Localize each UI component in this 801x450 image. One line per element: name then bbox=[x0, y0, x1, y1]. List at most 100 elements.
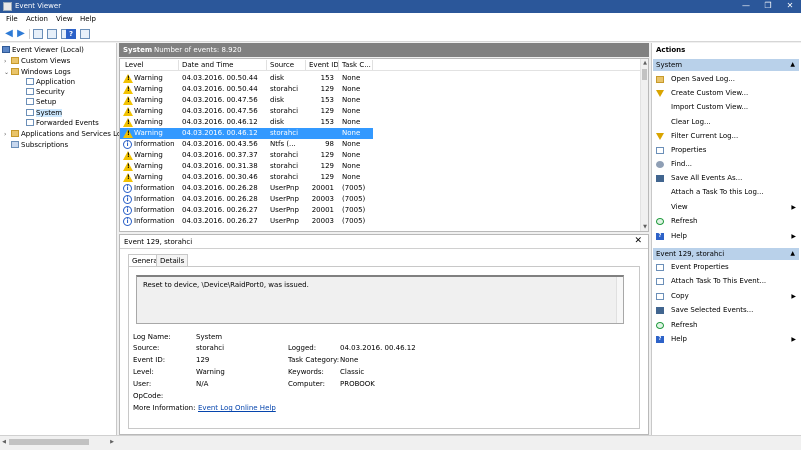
collapse-caret-icon[interactable]: ▲ bbox=[790, 248, 795, 260]
menu-help[interactable]: Help bbox=[80, 15, 96, 23]
actions-section-event[interactable]: Event 129, storahci ▲ bbox=[653, 248, 799, 260]
column-header-task-category[interactable]: Task C... bbox=[342, 61, 371, 69]
action-find[interactable]: Find... bbox=[656, 159, 798, 170]
action-refresh[interactable]: Refresh bbox=[656, 216, 798, 227]
event-list-scrollbar[interactable]: ▲ ▼ bbox=[640, 59, 648, 231]
event-row[interactable]: i Information 04.03.2016. 00.26.28 UserPnp 2… bbox=[120, 183, 640, 194]
event-row[interactable]: ! Warning 04.03.2016. 00.46.12 disk 153 None bbox=[120, 117, 640, 128]
scroll-left-arrow-icon[interactable]: ◀ bbox=[0, 438, 8, 447]
submenu-arrow-icon: ▶ bbox=[791, 293, 796, 300]
column-divider[interactable] bbox=[305, 60, 306, 70]
event-task-category: None bbox=[342, 173, 361, 181]
scrollbar-thumb[interactable] bbox=[9, 439, 89, 445]
column-header-source[interactable]: Source bbox=[270, 61, 294, 69]
action-copy[interactable]: Copy ▶ bbox=[656, 291, 798, 302]
actions-section-system[interactable]: System ▲ bbox=[653, 59, 799, 71]
collapse-arrow-icon[interactable]: ⌄ bbox=[4, 68, 11, 78]
open-folder-icon[interactable] bbox=[33, 29, 43, 39]
scrollbar-thumb[interactable] bbox=[642, 69, 647, 80]
column-header-event-id[interactable]: Event ID bbox=[309, 61, 339, 69]
action-properties[interactable]: Properties bbox=[656, 145, 798, 156]
scroll-down-arrow-icon[interactable]: ▼ bbox=[641, 223, 648, 231]
event-task-category: (7005) bbox=[342, 206, 366, 214]
event-row[interactable]: i Information 04.03.2016. 00.26.27 UserPnp 2… bbox=[120, 216, 640, 227]
show-hide-console-tree-icon[interactable] bbox=[47, 29, 57, 39]
event-row[interactable]: ! Warning 04.03.2016. 00.50.44 storahci 129 N… bbox=[120, 84, 640, 95]
tree-item-forwarded-events[interactable]: Forwarded Events bbox=[26, 118, 99, 128]
event-task-category: None bbox=[342, 85, 361, 93]
minimize-button[interactable]: — bbox=[735, 0, 757, 13]
information-icon: i bbox=[123, 140, 132, 149]
menu-action[interactable]: Action bbox=[26, 15, 48, 23]
event-row[interactable]: i Information 04.03.2016. 00.26.28 UserPnp 2… bbox=[120, 194, 640, 205]
scroll-up-arrow-icon[interactable]: ▲ bbox=[641, 59, 648, 67]
event-row[interactable]: ! Warning 04.03.2016. 00.31.38 storahci 129 N… bbox=[120, 161, 640, 172]
action-view[interactable]: View ▶ bbox=[656, 202, 798, 213]
forward-arrow-icon[interactable]: ▶ bbox=[16, 29, 26, 39]
close-detail-icon[interactable]: ✕ bbox=[634, 236, 642, 246]
event-row[interactable]: ! Warning 04.03.2016. 00.47.56 storahci 129 N… bbox=[120, 106, 640, 117]
tree-item-setup[interactable]: Setup bbox=[26, 97, 56, 107]
tree-item-windows-logs[interactable]: ⌄ Windows Logs bbox=[4, 67, 71, 77]
tree-item-applications-and-services[interactable]: › Applications and Services Lo bbox=[4, 129, 121, 139]
tree-item-system[interactable]: System bbox=[26, 108, 63, 118]
event-date: 04.03.2016. 00.50.44 bbox=[182, 85, 258, 93]
action-event-properties[interactable]: Event Properties bbox=[656, 262, 798, 273]
tree-horizontal-scrollbar[interactable]: ◀ ▶ bbox=[0, 438, 117, 447]
action-attach-task-to-log[interactable]: Attach a Task To this Log... bbox=[656, 187, 798, 198]
show-hide-action-pane-icon[interactable] bbox=[80, 29, 90, 39]
event-message-box[interactable]: Reset to device, \Device\RaidPort0, was … bbox=[136, 275, 624, 324]
menu-view[interactable]: View bbox=[56, 15, 73, 23]
column-divider[interactable] bbox=[178, 60, 179, 70]
column-divider[interactable] bbox=[266, 60, 267, 70]
event-level: Warning bbox=[134, 85, 163, 93]
tree-item-application[interactable]: Application bbox=[26, 77, 75, 87]
event-row[interactable]: ! Warning 04.03.2016. 00.37.37 storahci 129 N… bbox=[120, 150, 640, 161]
event-log-online-help-link[interactable]: Event Log Online Help bbox=[198, 404, 276, 412]
expand-arrow-icon[interactable]: › bbox=[4, 130, 11, 140]
event-row[interactable]: ! Warning 04.03.2016. 00.47.56 disk 153 None bbox=[120, 95, 640, 106]
action-create-custom-view[interactable]: Create Custom View... bbox=[656, 88, 798, 99]
action-save-selected-events[interactable]: Save Selected Events... bbox=[656, 305, 798, 316]
back-arrow-icon[interactable]: ◀ bbox=[4, 29, 14, 39]
column-header-level[interactable]: Level bbox=[125, 61, 143, 69]
user-label: User: bbox=[133, 380, 152, 388]
collapse-caret-icon[interactable]: ▲ bbox=[790, 59, 795, 71]
tree-item-subscriptions[interactable]: Subscriptions bbox=[11, 140, 68, 150]
event-row[interactable]: !Warning04.03.2016. 00.46.12storahci129N… bbox=[120, 128, 373, 139]
column-header-date-and-time[interactable]: Date and Time bbox=[182, 61, 233, 69]
event-source: storahci bbox=[270, 129, 299, 137]
event-task-category: None bbox=[342, 162, 361, 170]
tree-item-custom-views[interactable]: › Custom Views bbox=[4, 56, 70, 66]
action-refresh-event[interactable]: Refresh bbox=[656, 320, 798, 331]
event-row[interactable]: ! Warning 04.03.2016. 00.30.46 storahci 129 N… bbox=[120, 172, 640, 183]
action-attach-task-to-event[interactable]: Attach Task To This Event... bbox=[656, 276, 798, 287]
tree-item-event-viewer-local[interactable]: Event Viewer (Local) bbox=[2, 45, 84, 55]
action-help[interactable]: ? Help ▶ bbox=[656, 231, 798, 242]
help-icon[interactable]: ? bbox=[66, 29, 76, 39]
event-row[interactable]: i Information 04.03.2016. 00.26.27 UserPnp 2… bbox=[120, 205, 640, 216]
action-filter-current-log[interactable]: Filter Current Log... bbox=[656, 131, 798, 142]
message-scrollbar[interactable] bbox=[616, 277, 623, 323]
column-divider[interactable] bbox=[338, 60, 339, 70]
warning-icon: ! bbox=[123, 107, 133, 116]
warning-icon: ! bbox=[123, 173, 133, 182]
action-save-all-events-as[interactable]: Save All Events As... bbox=[656, 173, 798, 184]
close-window-button[interactable]: ✕ bbox=[779, 0, 801, 13]
event-date: 04.03.2016. 00.43.56 bbox=[182, 140, 258, 148]
tree-item-security[interactable]: Security bbox=[26, 87, 65, 97]
menu-file[interactable]: File bbox=[6, 15, 18, 23]
column-divider[interactable] bbox=[372, 60, 373, 70]
action-clear-log[interactable]: Clear Log... bbox=[656, 117, 798, 128]
action-help-event[interactable]: ? Help ▶ bbox=[656, 334, 798, 345]
event-level: Information bbox=[134, 217, 175, 225]
expand-arrow-icon[interactable]: › bbox=[4, 57, 11, 67]
action-open-saved-log[interactable]: Open Saved Log... bbox=[656, 74, 798, 85]
maximize-button[interactable]: ❐ bbox=[757, 0, 779, 13]
scroll-right-arrow-icon[interactable]: ▶ bbox=[108, 438, 116, 447]
event-row[interactable]: i Information 04.03.2016. 00.43.56 Ntfs (..… bbox=[120, 139, 640, 150]
properties-icon bbox=[656, 147, 664, 154]
action-import-custom-view[interactable]: Import Custom View... bbox=[656, 102, 798, 113]
event-row[interactable]: ! Warning 04.03.2016. 00.50.44 disk 153 None bbox=[120, 73, 640, 84]
event-id: 20003 bbox=[311, 195, 334, 203]
